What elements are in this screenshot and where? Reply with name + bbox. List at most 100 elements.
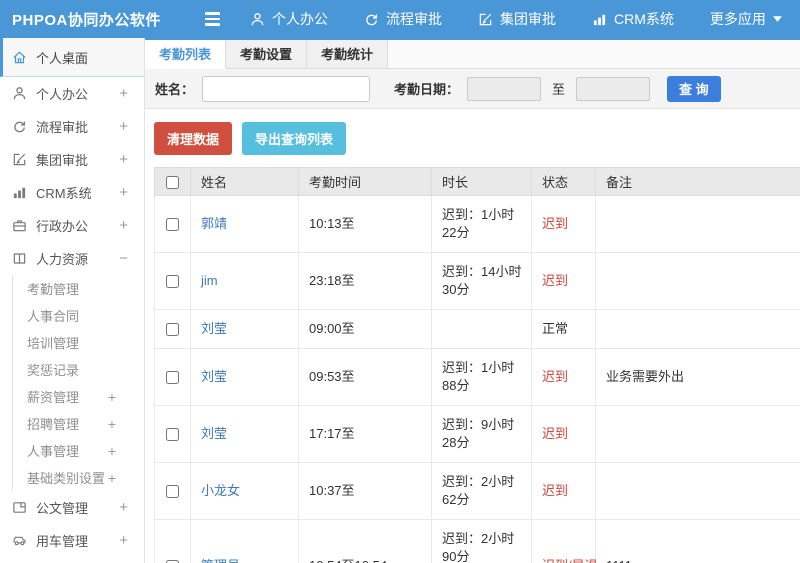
note-cell bbox=[595, 309, 800, 349]
sidebar-item-group-approval[interactable]: 集团审批 + bbox=[0, 143, 144, 176]
sidebar-item-desktop[interactable]: 个人桌面 bbox=[0, 38, 144, 77]
table-actions: 清理数据 导出查询列表 bbox=[145, 109, 800, 160]
topnav-more-apps[interactable]: 更多应用 bbox=[710, 9, 782, 29]
duration-cell: 迟到：2小时90分早退：7小时10分 bbox=[431, 519, 532, 563]
status-text: 迟到 bbox=[542, 483, 569, 498]
sidebar-item-personal-office[interactable]: 个人办公 + bbox=[0, 77, 144, 110]
bar-chart-icon bbox=[592, 12, 607, 27]
user-icon bbox=[12, 86, 28, 102]
sidebar-item-crm[interactable]: CRM系统 + bbox=[0, 176, 144, 209]
tab-strip: 考勤列表 考勤设置 考勤统计 bbox=[145, 38, 800, 69]
sidebar-subitem-attendance-management[interactable]: 考勤管理 bbox=[13, 275, 144, 302]
topnav-workflow-approval[interactable]: 流程审批 bbox=[364, 9, 442, 29]
name-input[interactable] bbox=[202, 75, 371, 102]
header-note: 备注 bbox=[595, 167, 800, 196]
app-logo: PHPOA协同办公软件 bbox=[12, 11, 161, 29]
date-to-label: 至 bbox=[552, 82, 566, 97]
header-time: 考勤时间 bbox=[298, 167, 432, 196]
workflow-icon bbox=[12, 119, 28, 135]
top-navigation: 个人办公 流程审批 集团审批 CRM系统 更多应用 bbox=[250, 9, 782, 29]
table-row: 郭靖 10:13至 迟到：1小时22分 迟到 bbox=[154, 195, 800, 253]
date-label: 考勤日期： bbox=[394, 82, 460, 97]
attendance-time: 10:54至10:54 bbox=[298, 519, 432, 563]
duration-cell: 迟到：9小时28分 bbox=[431, 405, 532, 463]
header-status: 状态 bbox=[531, 167, 596, 196]
sidebar-subitem-salary-management[interactable]: 薪资管理 + bbox=[13, 383, 144, 410]
sidebar-subitem-training-management[interactable]: 培训管理 bbox=[13, 329, 144, 356]
select-all-checkbox[interactable] bbox=[166, 176, 179, 190]
book-icon bbox=[12, 251, 28, 267]
hamburger-menu-icon[interactable] bbox=[205, 12, 220, 26]
attendance-time: 23:18至 bbox=[298, 252, 432, 310]
sidebar-subitem-base-category-settings[interactable]: 基础类别设置 + bbox=[13, 464, 144, 491]
date-to-input[interactable] bbox=[576, 76, 651, 101]
row-checkbox[interactable] bbox=[166, 485, 179, 499]
sidebar-item-admin-office[interactable]: 行政办公 + bbox=[0, 209, 144, 242]
tab-attendance-list[interactable]: 考勤列表 bbox=[145, 40, 227, 69]
row-checkbox[interactable] bbox=[166, 218, 179, 232]
workflow-icon bbox=[364, 12, 379, 27]
note-cell bbox=[595, 252, 800, 310]
sidebar-subitem-personnel-management[interactable]: 人事管理 + bbox=[13, 437, 144, 464]
clear-data-button[interactable]: 清理数据 bbox=[154, 122, 233, 155]
employee-name-link[interactable]: 刘莹 bbox=[201, 369, 227, 384]
employee-name-link[interactable]: 郭靖 bbox=[201, 216, 227, 231]
name-label: 姓名： bbox=[155, 82, 195, 97]
tab-attendance-statistics[interactable]: 考勤统计 bbox=[307, 40, 389, 68]
employee-name-link[interactable]: jim bbox=[201, 273, 218, 288]
table-header-row: 姓名 考勤时间 时长 状态 备注 bbox=[154, 167, 800, 196]
status-text: 正常 bbox=[542, 321, 569, 336]
header-name: 姓名 bbox=[190, 167, 299, 196]
duration-cell: 迟到：1小时22分 bbox=[431, 195, 532, 253]
note-cell: 业务需要外出 bbox=[595, 348, 800, 406]
table-row: 刘莹 17:17至 迟到：9小时28分 迟到 bbox=[154, 405, 800, 463]
car-icon bbox=[12, 533, 28, 549]
duration-cell: 迟到：1小时88分 bbox=[431, 348, 532, 406]
export-list-button[interactable]: 导出查询列表 bbox=[242, 122, 347, 155]
sidebar-item-vehicle-management[interactable]: 用车管理 + bbox=[0, 524, 144, 557]
employee-name-link[interactable]: 管理员 bbox=[201, 558, 240, 563]
date-from-input[interactable] bbox=[467, 76, 542, 101]
attendance-time: 10:37至 bbox=[298, 462, 432, 520]
table-row: 管理员 10:54至10:54 迟到：2小时90分早退：7小时10分 迟到/早退… bbox=[154, 519, 800, 563]
sidebar-item-human-resources[interactable]: 人力资源 − bbox=[0, 242, 144, 275]
search-button[interactable]: 查 询 bbox=[667, 75, 721, 102]
tab-attendance-settings[interactable]: 考勤设置 bbox=[226, 40, 308, 68]
attendance-table: 姓名 考勤时间 时长 状态 备注 郭靖 10:13至 迟到：1小时22分 迟到 … bbox=[154, 167, 800, 563]
attendance-time: 17:17至 bbox=[298, 405, 432, 463]
attendance-time: 09:53至 bbox=[298, 348, 432, 406]
sidebar-subitem-recruitment-management[interactable]: 招聘管理 + bbox=[13, 410, 144, 437]
sidebar-item-workflow-approval[interactable]: 流程审批 + bbox=[0, 110, 144, 143]
status-text: 迟到 bbox=[542, 273, 569, 288]
sidebar-subitem-reward-punishment[interactable]: 奖惩记录 bbox=[13, 356, 144, 383]
attendance-time: 09:00至 bbox=[298, 309, 432, 349]
row-checkbox[interactable] bbox=[166, 428, 179, 442]
employee-name-link[interactable]: 小龙女 bbox=[201, 483, 240, 498]
status-text: 迟到 bbox=[542, 426, 569, 441]
topnav-crm[interactable]: CRM系统 bbox=[592, 9, 674, 29]
table-row: 刘莹 09:00至 正常 bbox=[154, 309, 800, 349]
sidebar-item-document-management[interactable]: 公文管理 + bbox=[0, 491, 144, 524]
status-text: 迟到/早退 bbox=[542, 558, 598, 563]
header-duration: 时长 bbox=[431, 167, 532, 196]
document-icon bbox=[12, 500, 28, 516]
edit-icon bbox=[12, 152, 28, 168]
employee-name-link[interactable]: 刘莹 bbox=[201, 426, 227, 441]
row-checkbox[interactable] bbox=[166, 371, 179, 385]
sidebar-subitem-hr-contract[interactable]: 人事合同 bbox=[13, 302, 144, 329]
topnav-group-approval[interactable]: 集团审批 bbox=[478, 9, 556, 29]
row-checkbox[interactable] bbox=[166, 275, 179, 289]
duration-cell: 迟到：2小时62分 bbox=[431, 462, 532, 520]
employee-name-link[interactable]: 刘莹 bbox=[201, 321, 227, 336]
topnav-personal-office[interactable]: 个人办公 bbox=[250, 9, 328, 29]
filter-bar: 姓名： 考勤日期： 至 查 询 bbox=[145, 69, 800, 109]
status-text: 迟到 bbox=[542, 216, 569, 231]
top-bar: PHPOA协同办公软件 个人办公 流程审批 集团审批 CRM系统 更多应用 bbox=[0, 0, 800, 38]
note-cell bbox=[595, 462, 800, 520]
edit-icon bbox=[478, 12, 493, 27]
user-icon bbox=[250, 12, 265, 27]
caret-down-icon bbox=[772, 16, 782, 22]
note-cell: 1111 bbox=[595, 519, 800, 563]
row-checkbox[interactable] bbox=[166, 323, 179, 337]
status-text: 迟到 bbox=[542, 369, 569, 384]
